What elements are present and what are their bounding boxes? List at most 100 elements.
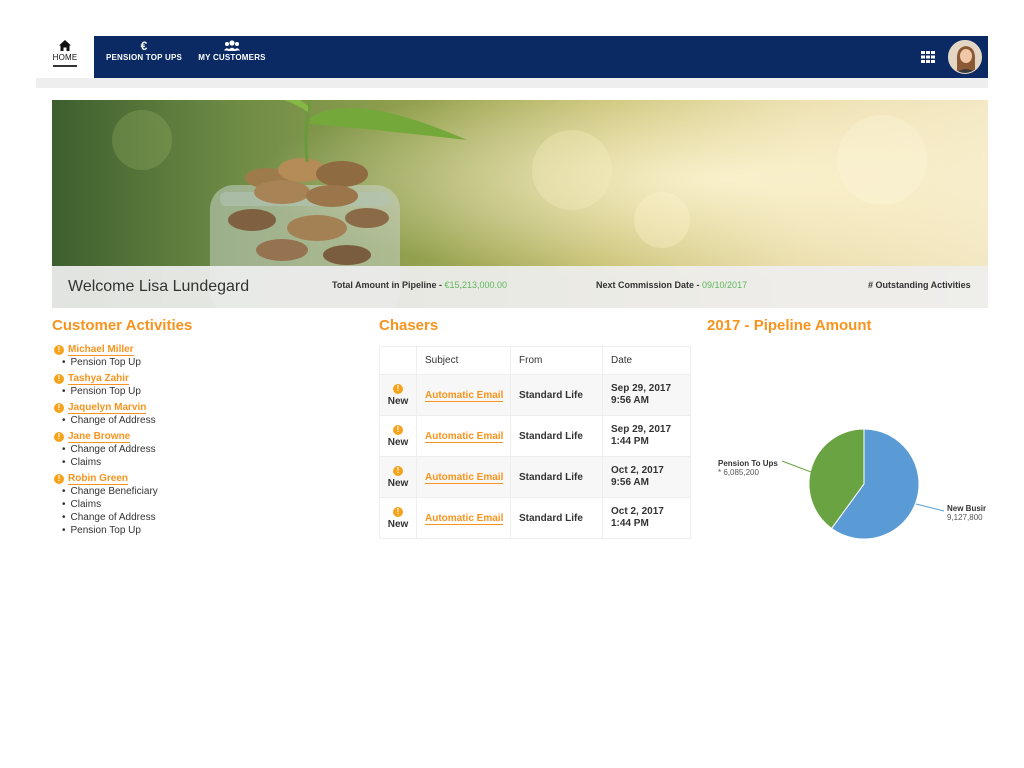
customer-link[interactable]: Tashya Zahir [68, 373, 129, 385]
pie-leader-line-new [915, 503, 945, 512]
activity-item: Claims [62, 498, 354, 511]
nav-pension-top-ups[interactable]: € PENSION TOP UPS [100, 36, 188, 78]
date-day: Oct 2, 2017 [611, 506, 664, 517]
from-cell: Standard Life [510, 497, 603, 539]
pipeline-title: 2017 - Pipeline Amount [707, 317, 872, 334]
activity-item: Change Beneficiary [62, 485, 354, 498]
subject-link[interactable]: Automatic Email [425, 512, 504, 525]
customer-activities-list: ! Michael Miller Pension Top Up ! Tashya Z… [54, 344, 354, 541]
status-badge: New [387, 395, 409, 407]
alert-icon: ! [54, 374, 64, 384]
customer-activity: ! Michael Miller Pension Top Up [54, 344, 354, 369]
welcome-message: Welcome Lisa Lundegard [68, 278, 250, 295]
from-cell: Standard Life [510, 456, 603, 498]
next-commission-stat: Next Commission Date - 09/10/2017 [596, 280, 747, 290]
status-badge: New [387, 477, 409, 489]
date-day: Sep 29, 2017 [611, 383, 672, 394]
top-nav: HOME € PENSION TOP UPS MY CUSTOMERS [36, 36, 988, 78]
customer-activity: ! Robin Green Change Beneficiary Claims C… [54, 473, 354, 537]
status-badge: New [387, 436, 409, 448]
date-cell: Oct 2, 2017 9:56 AM [602, 456, 691, 498]
activity-item: Change of Address [62, 414, 354, 427]
customer-link[interactable]: Robin Green [68, 473, 129, 485]
pie-label-new-value: 9,127,800 [947, 513, 983, 522]
date-day: Oct 2, 2017 [611, 465, 664, 476]
column-header-subject: Subject [416, 346, 511, 375]
table-row[interactable]: ! New Automatic Email Standard Life Sep 2… [379, 374, 691, 416]
date-time: 9:56 AM [611, 395, 649, 406]
user-avatar[interactable] [948, 40, 982, 74]
status-cell: ! New [379, 415, 417, 457]
customer-link[interactable]: Michael Miller [68, 344, 134, 356]
date-time: 1:44 PM [611, 436, 649, 447]
from-cell: Standard Life [510, 374, 603, 416]
house-icon [36, 36, 94, 53]
subject-link[interactable]: Automatic Email [425, 430, 504, 443]
status-cell: ! New [379, 497, 417, 539]
activity-item: Claims [62, 456, 354, 469]
date-day: Sep 29, 2017 [611, 424, 672, 435]
nav-home[interactable]: HOME [36, 36, 94, 78]
customer-link[interactable]: Jaquelyn Marvin [68, 402, 147, 414]
total-pipeline-value: €15,213,000.00 [444, 280, 508, 290]
pie-label-pension: Pension To Ups * 6,085,200 [718, 459, 778, 477]
activity-item: Pension Top Up [62, 356, 354, 369]
subject-link[interactable]: Automatic Email [425, 471, 504, 484]
date-time: 1:44 PM [611, 518, 649, 529]
euro-icon: € [140, 39, 148, 53]
table-row[interactable]: ! New Automatic Email Standard Life Oct 2… [379, 456, 691, 498]
next-commission-value: 09/10/2017 [702, 280, 748, 290]
nav-my-customers[interactable]: MY CUSTOMERS [194, 36, 270, 78]
users-icon [194, 36, 270, 53]
date-cell: Sep 29, 2017 9:56 AM [602, 374, 691, 416]
from-cell: Standard Life [510, 415, 603, 457]
activity-item: Pension Top Up [62, 524, 354, 537]
alert-icon: ! [393, 424, 403, 435]
pie-label-pension-value: * 6,085,200 [718, 468, 759, 477]
customer-activity: ! Jane Browne Change of Address Claims [54, 431, 354, 469]
total-pipeline-stat: Total Amount in Pipeline - €15,213,000.0… [332, 280, 507, 290]
activity-item: Change of Address [62, 511, 354, 524]
hero-info-bar: Welcome Lisa Lundegard Total Amount in P… [52, 266, 988, 308]
alert-icon: ! [54, 432, 64, 442]
column-header-from: From [510, 346, 603, 375]
next-commission-label: Next Commission Date - [596, 280, 703, 290]
total-pipeline-label: Total Amount in Pipeline - [332, 280, 445, 290]
customer-link[interactable]: Jane Browne [68, 431, 131, 443]
activity-item: Pension Top Up [62, 385, 354, 398]
nav-pension-label: PENSION TOP UPS [105, 53, 183, 62]
table-header-row: Subject From Date [379, 346, 691, 375]
table-row[interactable]: ! New Automatic Email Standard Life Oct 2… [379, 497, 691, 539]
column-header-status [379, 346, 417, 375]
hero-banner: Welcome Lisa Lundegard Total Amount in P… [52, 100, 988, 308]
alert-icon: ! [54, 345, 64, 355]
subject-cell: Automatic Email [416, 374, 511, 416]
pie-label-pension-name: Pension To Ups [718, 459, 778, 468]
column-header-date: Date [602, 346, 691, 375]
subject-link[interactable]: Automatic Email [425, 389, 504, 402]
status-cell: ! New [379, 456, 417, 498]
nav-customers-label: MY CUSTOMERS [198, 53, 266, 62]
status-badge: New [387, 518, 409, 530]
alert-icon: ! [54, 474, 64, 484]
status-cell: ! New [379, 374, 417, 416]
activity-item: Change of Address [62, 443, 354, 456]
subject-cell: Automatic Email [416, 456, 511, 498]
pie-leader-line-pension [781, 460, 812, 473]
customer-activity: ! Tashya Zahir Pension Top Up [54, 373, 354, 398]
nav-home-label: HOME [52, 53, 78, 67]
customer-activities-title: Customer Activities [52, 317, 193, 334]
table-row[interactable]: ! New Automatic Email Standard Life Sep 2… [379, 415, 691, 457]
grid-icon[interactable] [920, 49, 936, 65]
alert-icon: ! [393, 383, 403, 394]
subject-cell: Automatic Email [416, 497, 511, 539]
outstanding-activities-stat: # Outstanding Activities [868, 280, 971, 290]
pie-label-new-business: New Busir 9,127,800 [947, 504, 988, 522]
chasers-title: Chasers [379, 317, 439, 334]
date-cell: Oct 2, 2017 1:44 PM [602, 497, 691, 539]
chasers-table: Subject From Date ! New Automatic Email S… [379, 346, 691, 539]
pie-label-new-name: New Busir [947, 504, 987, 513]
subject-cell: Automatic Email [416, 415, 511, 457]
nav-underbar [36, 78, 988, 88]
alert-icon: ! [54, 403, 64, 413]
